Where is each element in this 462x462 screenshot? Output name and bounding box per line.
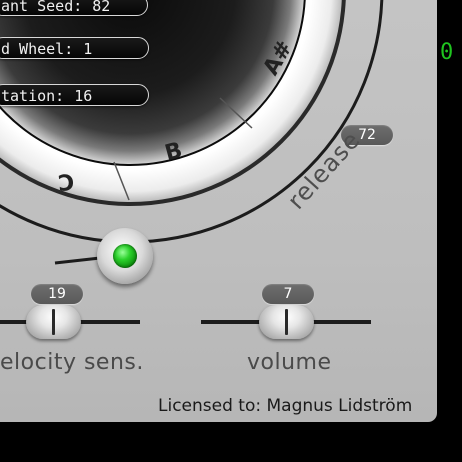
instrument-panel: A# B C ant Seed: 82 d Wheel: 1 tation: 16 7…: [0, 0, 437, 422]
volume-label: volume: [247, 350, 332, 375]
rotation-readout[interactable]: tation: 16: [0, 84, 149, 106]
note-label-c[interactable]: C: [43, 168, 75, 196]
release-led-knob[interactable]: [97, 228, 153, 284]
rotation-label: tation:: [1, 87, 65, 105]
volume-value-badge: 7: [262, 284, 314, 304]
release-arc: [54, 256, 101, 265]
seed-label: ant Seed:: [1, 0, 83, 15]
velocity-label: elocity sens.: [0, 350, 144, 375]
velocity-slider-knob[interactable]: [26, 305, 81, 339]
side-text: 0: [440, 40, 454, 65]
license-text: Licensed to: Magnus Lidström: [158, 396, 413, 416]
rotation-value: 16: [74, 87, 93, 105]
wheel-value: 1: [83, 40, 93, 58]
seed-value: 82: [92, 0, 111, 15]
seed-readout[interactable]: ant Seed: 82: [0, 0, 148, 16]
velocity-value-badge: 19: [31, 284, 83, 304]
led-indicator-icon: [113, 244, 137, 268]
wheel-readout[interactable]: d Wheel: 1: [0, 37, 149, 59]
knob-notch: [52, 309, 55, 335]
knob-notch: [285, 309, 288, 335]
volume-slider-knob[interactable]: [259, 305, 314, 339]
wheel-label: d Wheel:: [1, 40, 74, 58]
